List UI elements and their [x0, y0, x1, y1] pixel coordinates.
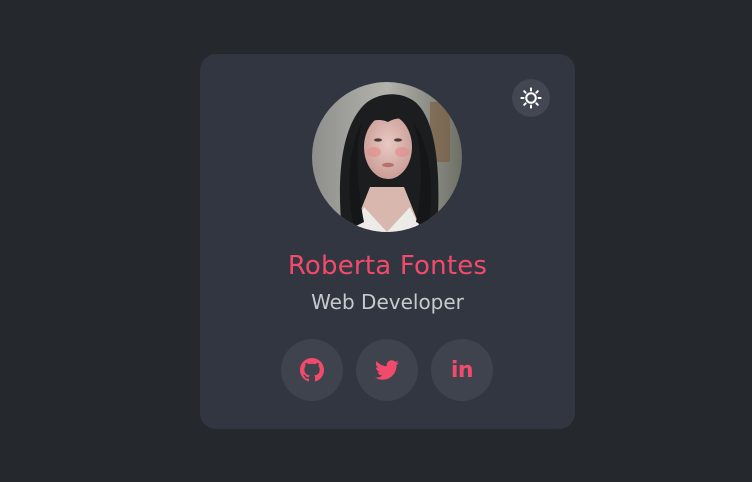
page: Roberta Fontes Web Developer in	[0, 0, 752, 482]
github-icon	[300, 358, 324, 382]
social-links: in	[281, 339, 493, 401]
sun-icon	[520, 87, 542, 109]
twitter-icon	[375, 360, 399, 380]
avatar	[312, 82, 462, 232]
github-button[interactable]	[281, 339, 343, 401]
profile-role: Web Developer	[311, 290, 464, 314]
twitter-button[interactable]	[356, 339, 418, 401]
linkedin-button[interactable]: in	[431, 339, 493, 401]
theme-toggle-button[interactable]	[512, 79, 550, 117]
profile-card: Roberta Fontes Web Developer in	[200, 54, 575, 429]
profile-name: Roberta Fontes	[287, 251, 488, 281]
linkedin-icon: in	[450, 357, 474, 383]
